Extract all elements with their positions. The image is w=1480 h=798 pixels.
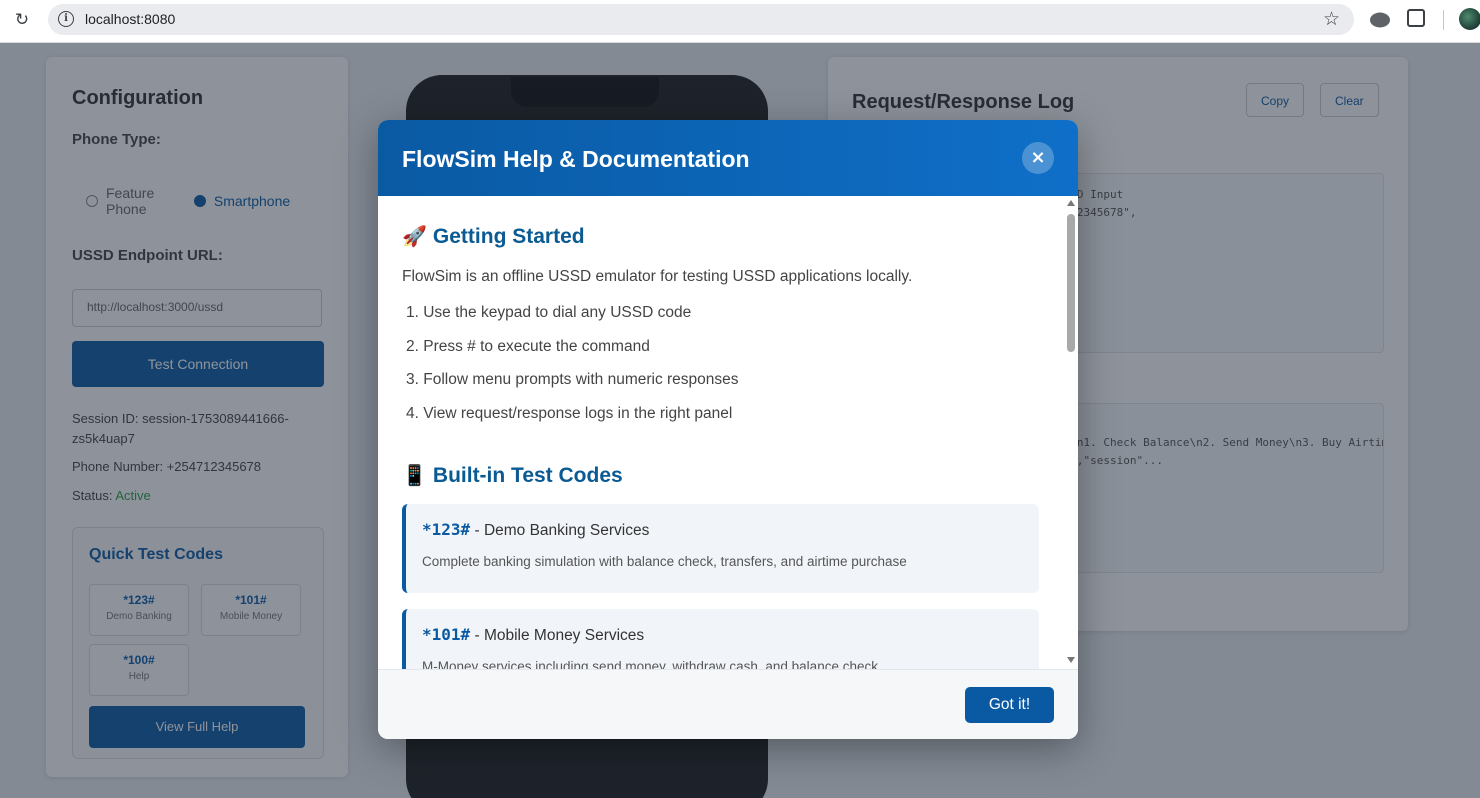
step-item: 4. View request/response logs in the rig…	[406, 405, 733, 423]
test-codes-heading: 📱 Built-in Test Codes	[402, 463, 623, 488]
test-code-name: - Mobile Money Services	[470, 627, 645, 644]
site-info-icon[interactable]: i	[58, 11, 74, 27]
modal-body[interactable]: 🚀 Getting Started FlowSim is an offline U…	[378, 196, 1078, 669]
got-it-button[interactable]: Got it!	[965, 687, 1054, 723]
help-modal: FlowSim Help & Documentation × 🚀 Getting …	[378, 120, 1078, 739]
test-code-card: *123# - Demo Banking Services Complete b…	[402, 504, 1039, 593]
reload-icon[interactable]: ↻	[12, 10, 32, 30]
step-item: 2. Press # to execute the command	[406, 337, 650, 355]
steps-list: 1. Use the keypad to dial any USSD code …	[402, 304, 739, 439]
bookmark-star-icon[interactable]: ☆	[1323, 8, 1340, 30]
browser-toolbar: ↻ i localhost:8080 ☆	[0, 0, 1480, 43]
getting-started-title: Getting Started	[432, 225, 585, 248]
modal-title: FlowSim Help & Documentation	[402, 146, 750, 172]
test-code: *123#	[422, 520, 471, 539]
close-icon[interactable]: ×	[1022, 142, 1054, 174]
extensions-puzzle-icon[interactable]	[1407, 9, 1425, 27]
url-text[interactable]: localhost:8080	[85, 11, 175, 27]
toolbar-divider	[1443, 10, 1444, 30]
test-code-desc: Complete banking simulation with balance…	[422, 554, 907, 569]
modal-footer: Got it!	[378, 669, 1078, 739]
scroll-up-arrow-icon[interactable]	[1067, 200, 1075, 206]
modal-header: FlowSim Help & Documentation ×	[378, 120, 1078, 196]
test-code-card: *101# - Mobile Money Services M-Money se…	[402, 609, 1039, 669]
scroll-down-arrow-icon[interactable]	[1067, 657, 1075, 663]
getting-started-heading: 🚀 Getting Started	[402, 224, 585, 249]
extension-icon[interactable]	[1370, 12, 1390, 28]
test-code: *101#	[422, 625, 471, 644]
test-code-desc: M-Money services including send money, w…	[422, 659, 878, 669]
test-code-line: *101# - Mobile Money Services	[422, 625, 1023, 645]
scrollbar-thumb[interactable]	[1067, 214, 1075, 352]
intro-text: FlowSim is an offline USSD emulator for …	[402, 268, 913, 285]
rocket-icon: 🚀	[402, 224, 427, 248]
step-item: 3. Follow menu prompts with numeric resp…	[406, 371, 739, 389]
test-codes-title: Built-in Test Codes	[432, 464, 623, 487]
step-item: 1. Use the keypad to dial any USSD code	[406, 304, 692, 321]
profile-avatar[interactable]	[1459, 8, 1480, 30]
test-code-name: - Demo Banking Services	[470, 522, 650, 539]
modal-scrollbar[interactable]	[1064, 196, 1078, 669]
mobile-phone-icon: 📱	[402, 463, 427, 487]
address-bar[interactable]: i localhost:8080 ☆	[48, 4, 1354, 35]
test-code-line: *123# - Demo Banking Services	[422, 520, 1023, 540]
